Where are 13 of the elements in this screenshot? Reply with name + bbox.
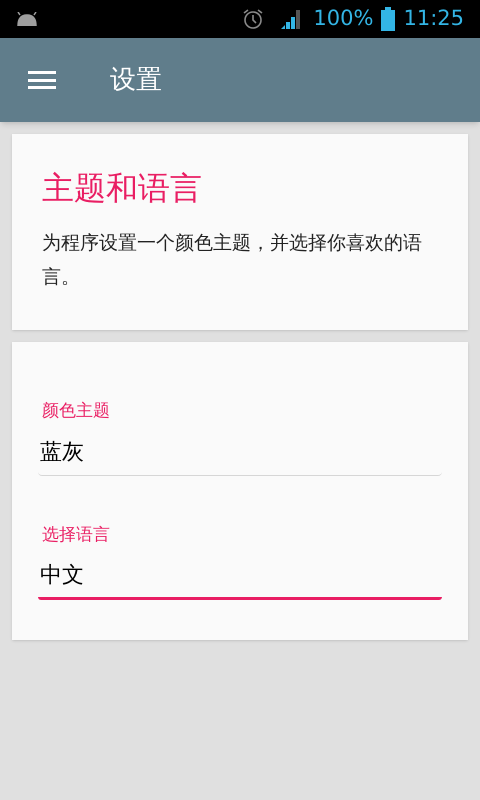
field-label: 颜色主题 (41, 400, 111, 422)
input-field[interactable]: 蓝灰 (38, 430, 442, 476)
card-description: 为程序设置一个颜色主题，并选择你喜欢的语言。 (42, 231, 423, 290)
battery-percentage: 100% (313, 5, 374, 32)
card-title: 主题和语言 (42, 168, 203, 209)
app-bar-title: 设置 (110, 64, 162, 96)
clock-time: 11:25 (403, 5, 464, 32)
menu-icon[interactable] (28, 69, 56, 91)
field-label: 选择语言 (41, 524, 111, 546)
input-field[interactable]: 中文 (38, 554, 442, 600)
android-icon (16, 12, 38, 26)
alarm-icon (241, 7, 266, 31)
battery-icon (381, 7, 396, 31)
